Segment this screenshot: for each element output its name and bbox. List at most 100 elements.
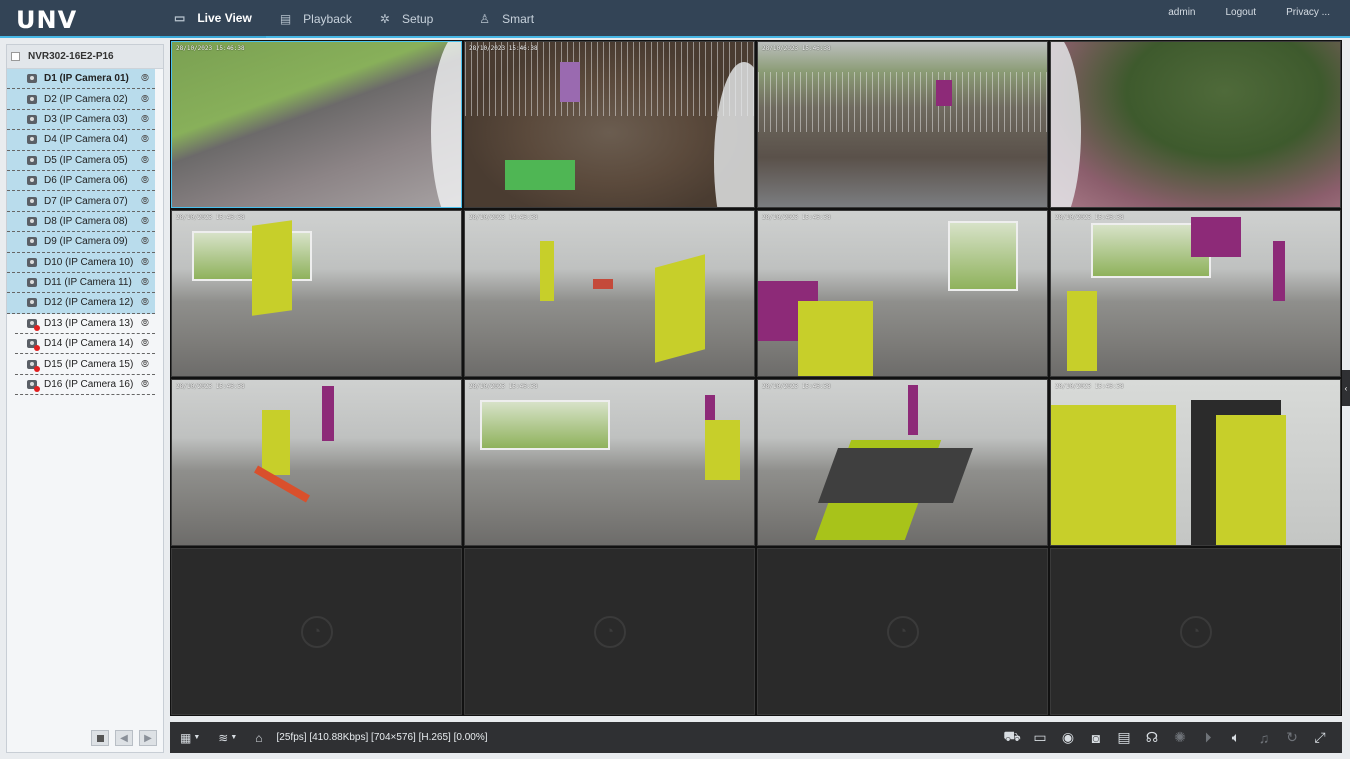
- camera-label: D11 (IP Camera 11): [44, 277, 132, 289]
- camera-list-item[interactable]: D1 (IP Camera 01) ⦾: [7, 69, 155, 90]
- playback-camera-icon[interactable]: ⦾: [141, 379, 153, 390]
- rotate-button[interactable]: ↻: [1284, 729, 1300, 746]
- camera-list-item[interactable]: D7 (IP Camera 07) ⦾: [7, 191, 155, 212]
- camera-list-item[interactable]: D12 (IP Camera 12) ⦾: [7, 293, 155, 314]
- camera-list-item[interactable]: D8 (IP Camera 08) ⦾: [7, 211, 155, 233]
- camera-list-item[interactable]: D14 (IP Camera 14) ⦾: [15, 334, 155, 355]
- video-tile-8[interactable]: 28/10/2023 15:46:38: [1050, 210, 1341, 377]
- digital-zoom-button[interactable]: ◉: [1060, 729, 1076, 746]
- playback-camera-icon[interactable]: ⦾: [141, 114, 153, 125]
- stop-all-button[interactable]: [91, 730, 109, 746]
- tab-setup[interactable]: ✲ Setup: [366, 0, 447, 38]
- playback-camera-icon[interactable]: ⦾: [141, 175, 153, 186]
- camera-list-item[interactable]: D3 (IP Camera 03) ⦾: [7, 109, 155, 131]
- video-tile-7[interactable]: 28/10/2023 15:46:38: [757, 210, 1048, 377]
- playback-camera-icon[interactable]: ⦾: [141, 257, 153, 268]
- collapse-panel-handle[interactable]: ‹: [1342, 370, 1350, 406]
- stream-type-button[interactable]: ≋ ▼: [218, 731, 237, 745]
- video-tile-9[interactable]: 28/10/2023 15:46:38: [171, 379, 462, 546]
- camera-list-item[interactable]: D2 (IP Camera 02) ⦾: [7, 89, 155, 110]
- video-tile-14[interactable]: ◔: [464, 548, 755, 715]
- device-checkbox[interactable]: [11, 52, 20, 61]
- camera-icon: [27, 176, 37, 186]
- camera-list-item[interactable]: D15 (IP Camera 15) ⦾: [15, 354, 155, 375]
- device-node[interactable]: NVR302-16E2-P16: [7, 45, 163, 69]
- camera-label: D8 (IP Camera 08): [44, 215, 128, 227]
- previous-page-button[interactable]: ◀: [115, 730, 133, 746]
- ptz-button[interactable]: ⛟: [1003, 728, 1021, 747]
- playback-camera-icon[interactable]: ⦾: [141, 155, 153, 166]
- camera-list-item[interactable]: D16 (IP Camera 16) ⦾: [15, 375, 155, 396]
- video-tile-6[interactable]: 28/10/2023 14:46:38: [464, 210, 755, 377]
- live-view-toolbar: ▦ ▼ ≋ ▼ ⌂ [25fps] [410.88Kbps] [704×576] […: [170, 722, 1342, 753]
- no-video-camera-icon: ◔: [300, 615, 333, 648]
- playback-camera-icon[interactable]: ⦾: [141, 134, 153, 145]
- video-tile-15[interactable]: ◔: [757, 548, 1048, 715]
- playback-camera-icon[interactable]: ⦾: [141, 196, 153, 207]
- logout-link[interactable]: Logout: [1226, 7, 1257, 18]
- video-tile-5[interactable]: 28/10/2023 15:46:38: [171, 210, 462, 377]
- toolbar-left: ▦ ▼ ≋ ▼ ⌂: [170, 731, 263, 745]
- camera-list: D1 (IP Camera 01) ⦾ D2 (IP Camera 02) ⦾ D3 (…: [7, 69, 163, 396]
- camera-list-item[interactable]: D11 (IP Camera 11) ⦾: [7, 272, 155, 294]
- image-adjust-button[interactable]: ✺: [1172, 729, 1188, 746]
- chevron-down-icon: ▼: [230, 734, 238, 741]
- camera-list-item[interactable]: D5 (IP Camera 05) ⦾: [7, 150, 155, 171]
- user-menu: admin Logout Privacy ...: [1168, 0, 1330, 24]
- tile-timestamp: 28/10/2023 15:46:38: [762, 45, 831, 52]
- playback-icon: ▤: [279, 12, 292, 26]
- device-tree-panel: NVR302-16E2-P16 D1 (IP Camera 01) ⦾ D2 (IP…: [6, 44, 164, 753]
- camera-list-item[interactable]: D13 (IP Camera 13) ⦾: [15, 314, 155, 335]
- camera-icon: [27, 74, 37, 84]
- gear-icon: ✲: [379, 12, 390, 26]
- playback-camera-icon[interactable]: ⦾: [141, 318, 153, 329]
- lock-icon: ⌂: [255, 730, 263, 745]
- tile-timestamp: 28/10/2023 15:46:38: [176, 383, 245, 390]
- video-tile-11[interactable]: 28/10/2023 15:46:38: [757, 379, 1048, 546]
- tab-live-view[interactable]: ▭ Live View: [160, 0, 266, 38]
- playback-camera-icon[interactable]: ⦾: [141, 73, 153, 84]
- tab-smart[interactable]: ♙ Smart: [465, 0, 548, 38]
- playback-camera-icon[interactable]: ⦾: [141, 338, 153, 349]
- camera-list-item[interactable]: D6 (IP Camera 06) ⦾: [7, 170, 155, 192]
- playback-camera-icon[interactable]: ⦾: [141, 277, 153, 288]
- video-tile-1[interactable]: 28/10/2023 15:46:38: [171, 41, 462, 208]
- lock-button[interactable]: ⌂: [255, 731, 262, 745]
- no-video-camera-icon: ◔: [1179, 615, 1212, 648]
- tile-timestamp: 28/10/2023 15:46:38: [469, 45, 538, 52]
- tab-playback[interactable]: ▤ Playback: [266, 0, 366, 38]
- brightness-icon: ✺: [1174, 729, 1186, 745]
- camera-icon: [27, 257, 37, 267]
- microphone-button[interactable]: ♫: [1256, 730, 1272, 746]
- video-tile-2[interactable]: 28/10/2023 15:46:38: [464, 41, 755, 208]
- playback-camera-icon[interactable]: ⦾: [141, 359, 153, 370]
- privacy-link[interactable]: Privacy ...: [1286, 7, 1330, 18]
- camera-icon: [27, 237, 37, 247]
- video-tile-12[interactable]: 28/10/2023 15:46:38: [1050, 379, 1341, 546]
- camera-list-item[interactable]: D9 (IP Camera 09) ⦾: [7, 232, 155, 253]
- playback-camera-icon[interactable]: ⦾: [141, 94, 153, 105]
- playback-camera-icon[interactable]: ⦾: [141, 216, 153, 227]
- playback-camera-icon[interactable]: ⦾: [141, 297, 153, 308]
- camera-label: D12 (IP Camera 12): [44, 297, 134, 309]
- tab-playback-label: Playback: [303, 12, 352, 26]
- fullscreen-button[interactable]: ⤢: [1312, 729, 1328, 746]
- tile-timestamp: 28/10/2023 15:46:38: [176, 214, 245, 221]
- video-tile-4[interactable]: [1050, 41, 1341, 208]
- record-button[interactable]: ▤: [1116, 729, 1132, 746]
- video-tile-16[interactable]: ◔: [1050, 548, 1341, 715]
- next-page-button[interactable]: ▶: [139, 730, 157, 746]
- camera-list-item[interactable]: D10 (IP Camera 10) ⦾: [7, 252, 155, 273]
- playback-camera-icon[interactable]: ⦾: [141, 236, 153, 247]
- snapshot-button[interactable]: ◙: [1088, 730, 1104, 746]
- video-tile-10[interactable]: 28/10/2023 15:46:38: [464, 379, 755, 546]
- camera-list-item[interactable]: D4 (IP Camera 04) ⦾: [7, 130, 155, 151]
- video-tile-13[interactable]: ◔: [171, 548, 462, 715]
- screen-layout-button[interactable]: ▦ ▼: [180, 731, 200, 745]
- video-tile-3[interactable]: 28/10/2023 15:46:38: [757, 41, 1048, 208]
- instant-playback-button[interactable]: ⏵: [1200, 729, 1216, 746]
- osd-button[interactable]: ▭: [1032, 729, 1048, 746]
- tile-timestamp: 28/10/2023 15:46:38: [1055, 214, 1124, 221]
- two-way-audio-button[interactable]: ☊: [1144, 729, 1160, 746]
- volume-button[interactable]: 🔈︎: [1228, 729, 1244, 746]
